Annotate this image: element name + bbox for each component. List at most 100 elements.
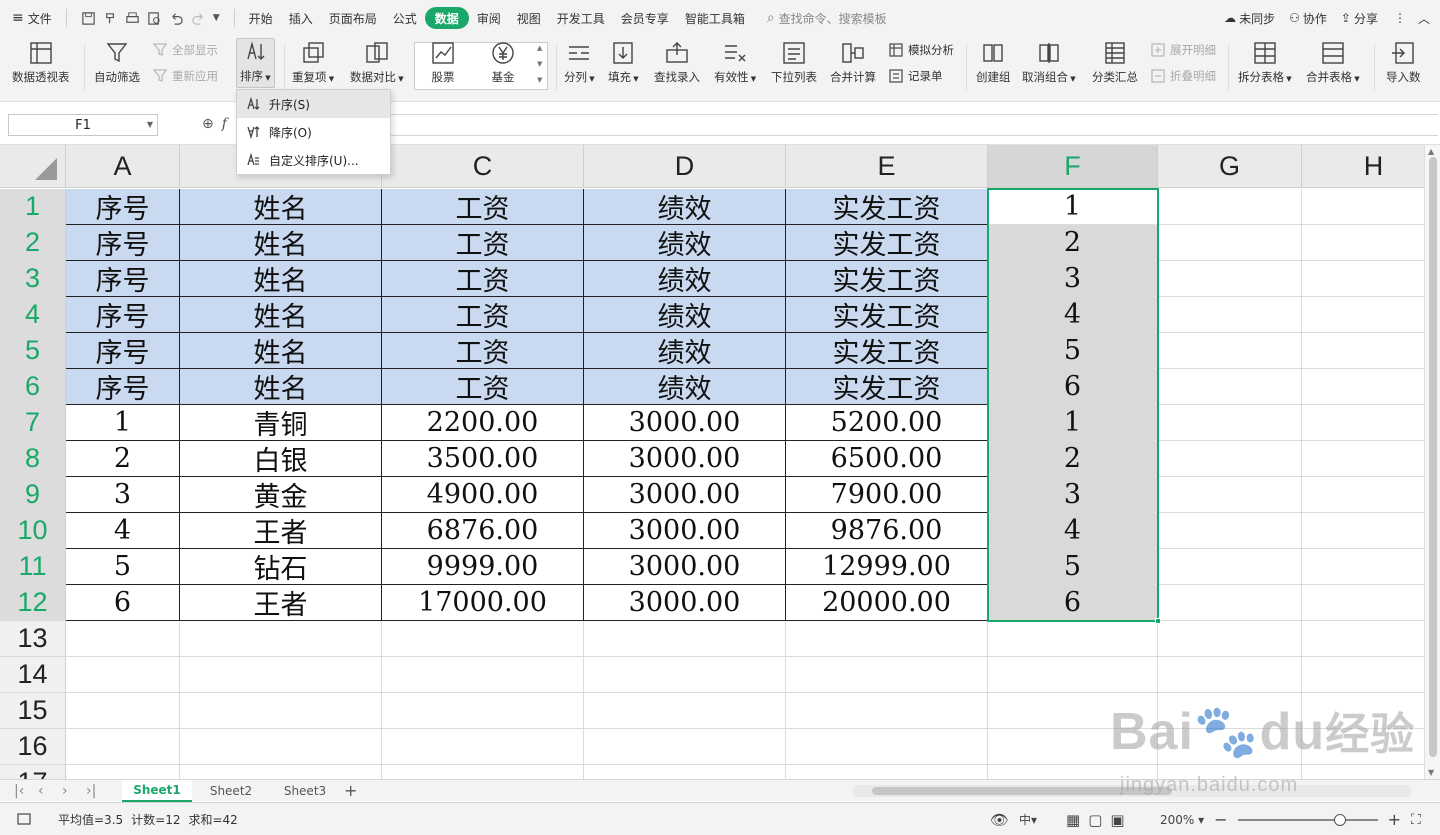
zoom-in-icon[interactable]: + [1388, 810, 1401, 829]
cell-g13[interactable] [1158, 621, 1302, 657]
cell-h11[interactable] [1302, 549, 1424, 585]
cell-g15[interactable] [1158, 693, 1302, 729]
cell-g1[interactable] [1158, 189, 1302, 225]
what-if-analysis-button[interactable]: 模拟分析 [888, 42, 954, 58]
cell-a15[interactable] [66, 693, 180, 729]
cell-f4[interactable]: 4 [988, 297, 1158, 333]
column-header-h[interactable]: H [1302, 145, 1424, 188]
cell-d15[interactable] [584, 693, 786, 729]
cell-h13[interactable] [1302, 621, 1424, 657]
save-icon[interactable] [81, 11, 96, 26]
collapse-ribbon-icon[interactable]: ︿ [1418, 10, 1430, 27]
column-header-d[interactable]: D [584, 145, 786, 188]
cell-c10[interactable]: 6876.00 [382, 513, 584, 549]
cell-b13[interactable] [180, 621, 382, 657]
row-header-15[interactable]: 15 [0, 693, 66, 729]
cell-a14[interactable] [66, 657, 180, 693]
format-painter-icon[interactable] [103, 11, 118, 26]
cell-h6[interactable] [1302, 369, 1424, 405]
cell-a6[interactable]: 序号 [66, 369, 180, 405]
cell-d2[interactable]: 绩效 [584, 225, 786, 261]
cell-f16[interactable] [988, 729, 1158, 765]
cell-e16[interactable] [786, 729, 988, 765]
eye-icon[interactable]: 👁 [990, 811, 1009, 829]
print-preview-icon[interactable] [147, 11, 162, 26]
cell-d13[interactable] [584, 621, 786, 657]
row-header-16[interactable]: 16 [0, 729, 66, 765]
cell-e12[interactable]: 20000.00 [786, 585, 988, 621]
name-box[interactable]: F1 ▼ [8, 114, 158, 136]
cell-c3[interactable]: 工资 [382, 261, 584, 297]
function-icon[interactable]: f [222, 116, 227, 132]
cell-b17[interactable] [180, 765, 382, 779]
cell-c5[interactable]: 工资 [382, 333, 584, 369]
cell-h2[interactable] [1302, 225, 1424, 261]
cell-d14[interactable] [584, 657, 786, 693]
custom-sort-item[interactable]: 自定义排序(U)... [237, 146, 390, 174]
cell-c2[interactable]: 工资 [382, 225, 584, 261]
cell-h12[interactable] [1302, 585, 1424, 621]
first-sheet-icon[interactable]: |‹ [14, 783, 24, 799]
cell-h5[interactable] [1302, 333, 1424, 369]
sheet-tab-1[interactable]: Sheet1 [122, 780, 192, 802]
cell-f13[interactable] [988, 621, 1158, 657]
cell-e8[interactable]: 6500.00 [786, 441, 988, 477]
dropdown-list-button[interactable]: 下拉列表 [771, 40, 817, 84]
cell-a2[interactable]: 序号 [66, 225, 180, 261]
cell-g3[interactable] [1158, 261, 1302, 297]
cell-f8[interactable]: 2 [988, 441, 1158, 477]
cell-f3[interactable]: 3 [988, 261, 1158, 297]
cell-a4[interactable]: 序号 [66, 297, 180, 333]
cell-f11[interactable]: 5 [988, 549, 1158, 585]
cell-h17[interactable] [1302, 765, 1424, 779]
cell-g10[interactable] [1158, 513, 1302, 549]
cell-d7[interactable]: 3000.00 [584, 405, 786, 441]
tab-formula[interactable]: 公式 [385, 7, 425, 29]
cell-h10[interactable] [1302, 513, 1424, 549]
expand-detail-button[interactable]: 展开明细 [1150, 42, 1216, 58]
cell-e11[interactable]: 12999.00 [786, 549, 988, 585]
cell-g8[interactable] [1158, 441, 1302, 477]
row-header-2[interactable]: 2 [0, 225, 66, 261]
tab-member[interactable]: 会员专享 [613, 7, 677, 29]
cell-g16[interactable] [1158, 729, 1302, 765]
cell-g6[interactable] [1158, 369, 1302, 405]
normal-view-icon[interactable]: ▦ [1066, 811, 1080, 829]
tab-view[interactable]: 视图 [509, 7, 549, 29]
row-header-7[interactable]: 7 [0, 405, 66, 441]
zoom-search-icon[interactable]: ⊕ [202, 116, 214, 132]
cell-b12[interactable]: 王者 [180, 585, 382, 621]
cell-c16[interactable] [382, 729, 584, 765]
cell-e17[interactable] [786, 765, 988, 779]
row-header-12[interactable]: 12 [0, 585, 66, 621]
row-header-6[interactable]: 6 [0, 369, 66, 405]
autofilter-button[interactable]: 自动筛选 [94, 40, 140, 84]
cell-d5[interactable]: 绩效 [584, 333, 786, 369]
row-header-3[interactable]: 3 [0, 261, 66, 297]
cell-h4[interactable] [1302, 297, 1424, 333]
cell-g11[interactable] [1158, 549, 1302, 585]
cell-a13[interactable] [66, 621, 180, 657]
expand-gallery-icon[interactable]: ▼ [537, 76, 542, 84]
undo-icon[interactable] [169, 11, 184, 26]
cell-c12[interactable]: 17000.00 [382, 585, 584, 621]
cell-b14[interactable] [180, 657, 382, 693]
cell-g7[interactable] [1158, 405, 1302, 441]
column-header-f[interactable]: F [988, 145, 1158, 188]
cell-d3[interactable]: 绩效 [584, 261, 786, 297]
cell-c17[interactable] [382, 765, 584, 779]
zoom-slider[interactable] [1237, 813, 1378, 826]
command-search[interactable]: ⌕ 查找命令、搜索模板 [753, 10, 887, 27]
sort-ascending-item[interactable]: 升序(S) [237, 90, 390, 118]
scroll-down-icon[interactable]: ▼ [1428, 768, 1434, 777]
redo-icon[interactable] [191, 11, 206, 26]
cell-f1[interactable]: 1 [988, 189, 1158, 225]
cell-b3[interactable]: 姓名 [180, 261, 382, 297]
input-mode-icon[interactable]: 中▾ [1019, 811, 1037, 828]
cell-a3[interactable]: 序号 [66, 261, 180, 297]
tab-smart-toolbox[interactable]: 智能工具箱 [677, 7, 753, 29]
cell-f15[interactable] [988, 693, 1158, 729]
cell-a16[interactable] [66, 729, 180, 765]
cell-c15[interactable] [382, 693, 584, 729]
row-header-8[interactable]: 8 [0, 441, 66, 477]
